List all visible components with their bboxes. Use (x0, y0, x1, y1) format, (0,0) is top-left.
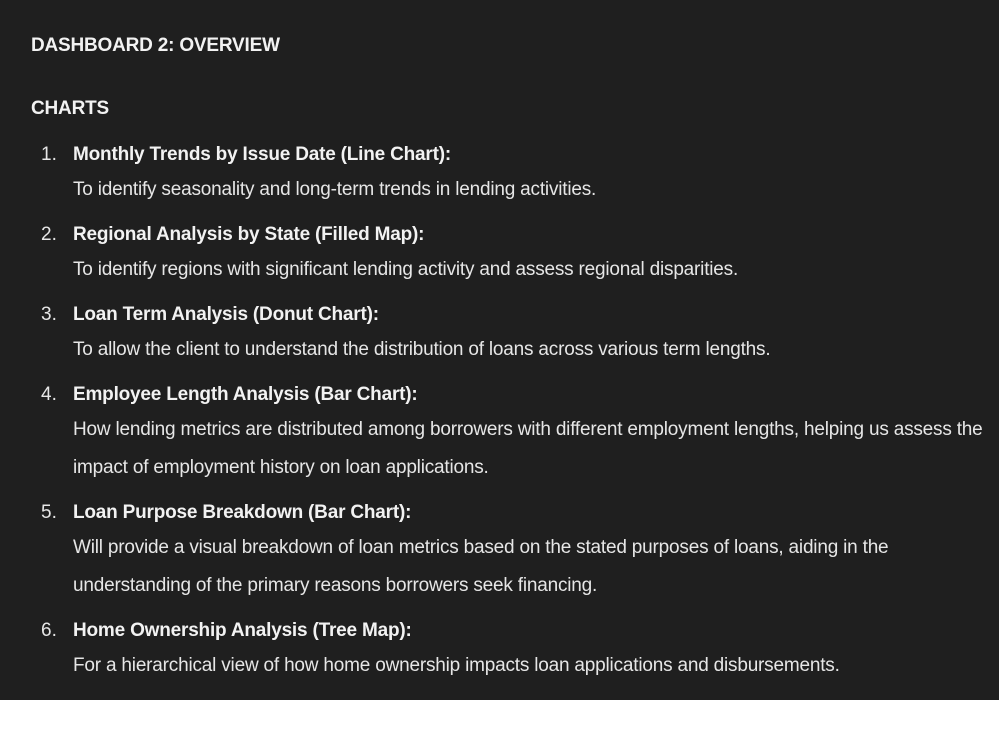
list-item: 4. Employee Length Analysis (Bar Chart):… (31, 379, 999, 487)
section-title: CHARTS (31, 98, 109, 119)
list-item-description: Will provide a visual breakdown of loan … (73, 537, 889, 596)
list-item-heading: Regional Analysis by State (Filled Map): (73, 224, 425, 245)
list-item-heading: Home Ownership Analysis (Tree Map): (73, 620, 412, 641)
list-item-heading: Loan Purpose Breakdown (Bar Chart): (73, 502, 412, 523)
list-item-description: How lending metrics are distributed amon… (73, 419, 983, 478)
list-item-number: 2. (41, 224, 57, 245)
list-item: 2. Regional Analysis by State (Filled Ma… (31, 219, 999, 289)
list-item-heading: Loan Term Analysis (Donut Chart): (73, 304, 379, 325)
list-item-description: To allow the client to understand the di… (73, 339, 771, 360)
list-item-description: To identify regions with significant len… (73, 259, 739, 280)
page-title: DASHBOARD 2: OVERVIEW (31, 35, 280, 56)
list-item-number: 1. (41, 144, 57, 165)
chart-list: 1. Monthly Trends by Issue Date (Line Ch… (31, 139, 999, 685)
document-panel: DASHBOARD 2: OVERVIEW CHARTS 1. Monthly … (0, 0, 999, 700)
list-item: 5. Loan Purpose Breakdown (Bar Chart): W… (31, 497, 999, 605)
list-item: 6. Home Ownership Analysis (Tree Map): F… (31, 615, 999, 685)
list-item: 1. Monthly Trends by Issue Date (Line Ch… (31, 139, 999, 209)
list-item-description: For a hierarchical view of how home owne… (73, 655, 840, 676)
list-item-heading: Monthly Trends by Issue Date (Line Chart… (73, 144, 451, 165)
list-item-heading: Employee Length Analysis (Bar Chart): (73, 384, 418, 405)
list-item-number: 6. (41, 620, 57, 641)
list-item-number: 3. (41, 304, 57, 325)
list-item-description: To identify seasonality and long-term tr… (73, 179, 597, 200)
list-item-number: 4. (41, 384, 57, 405)
list-item: 3. Loan Term Analysis (Donut Chart): To … (31, 299, 999, 369)
list-item-number: 5. (41, 502, 57, 523)
